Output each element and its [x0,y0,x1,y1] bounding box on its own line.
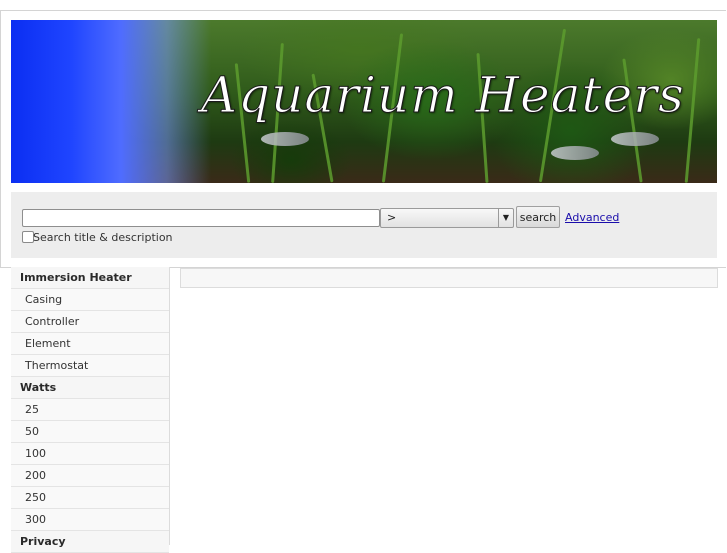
category-select-value: > [387,211,397,224]
sidebar-item-250[interactable]: 250 [11,487,169,509]
search-button[interactable]: search [516,206,560,228]
chevron-down-icon: ▼ [498,209,513,227]
banner-title: Aquarium Heaters [201,66,685,125]
sidebar-item-element[interactable]: Element [11,333,169,355]
sidebar-heading-immersion-heater[interactable]: Immersion Heater [11,267,169,289]
sidebar-item-200[interactable]: 200 [11,465,169,487]
sidebar-item-100[interactable]: 100 [11,443,169,465]
sidebar-item-casing[interactable]: Casing [11,289,169,311]
category-select[interactable]: > ▼ [380,208,514,228]
search-input[interactable] [22,209,380,227]
sidebar-nav: Immersion Heater Casing Controller Eleme… [11,267,170,553]
sidebar-item-thermostat[interactable]: Thermostat [11,355,169,377]
search-panel: > ▼ search Advanced Search title & descr… [11,192,717,258]
sidebar-item-controller[interactable]: Controller [11,311,169,333]
banner-fish [551,146,599,160]
sidebar-heading-privacy[interactable]: Privacy [11,531,169,553]
sidebar-item-50[interactable]: 50 [11,421,169,443]
header-banner: Aquarium Heaters [11,20,717,183]
sidebar-item-25[interactable]: 25 [11,399,169,421]
sidebar-item-300[interactable]: 300 [11,509,169,531]
banner-fish [261,132,309,146]
advanced-search-link[interactable]: Advanced [565,211,619,224]
banner-fish [611,132,659,146]
sidebar-heading-watts[interactable]: Watts [11,377,169,399]
banner-blue-gradient [11,20,211,183]
search-description-label: Search title & description [33,231,173,244]
main-content-area [180,268,718,288]
